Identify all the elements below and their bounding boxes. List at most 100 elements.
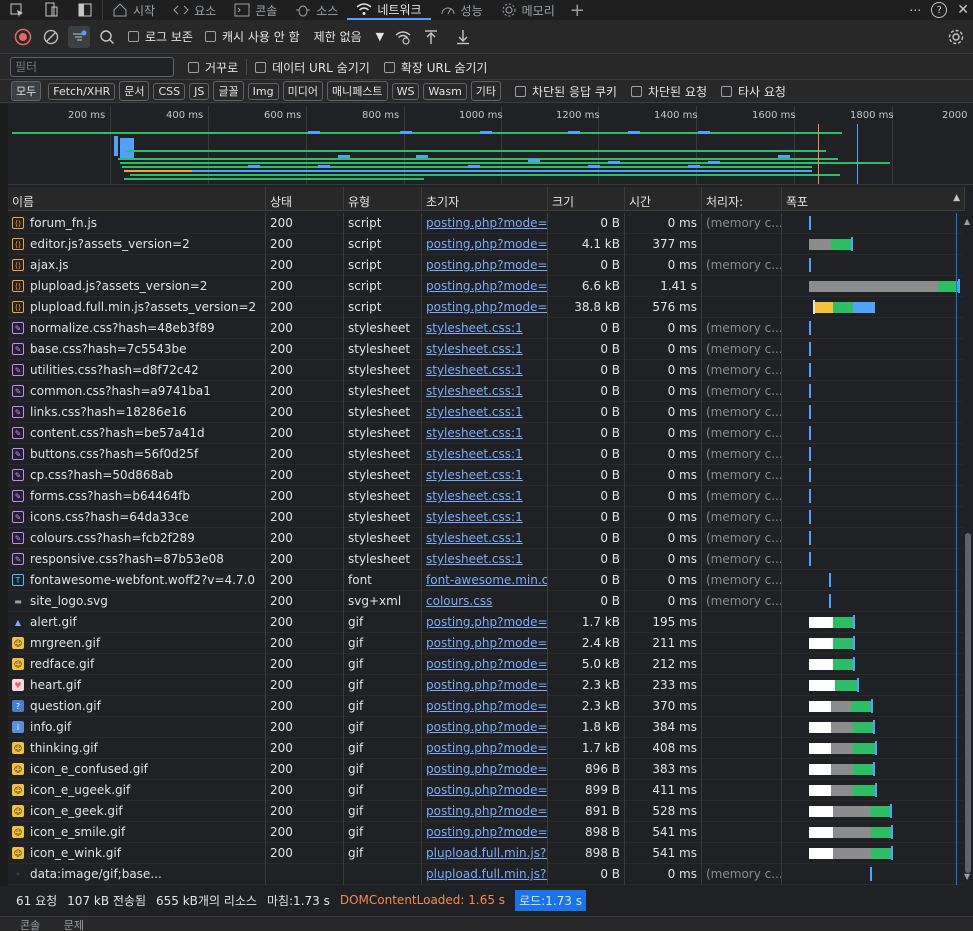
type-filter-chip[interactable]: Img [247, 82, 279, 100]
table-row[interactable]: ☺ icon_e_confused.gif 200 gif posting.php?mo… [8, 758, 965, 780]
table-row[interactable]: ✎ responsive.css?hash=87b53e08 200 styleshe… [8, 548, 965, 570]
export-har-icon[interactable] [452, 26, 474, 48]
table-row[interactable]: ✎ icons.css?hash=64da33ce 200 stylesheet sty… [8, 506, 965, 528]
table-row[interactable]: ✎ colours.css?hash=fcb2f289 200 stylesheet s… [8, 527, 965, 549]
throttle-select[interactable]: 제한 없음 ▼ [314, 28, 384, 45]
table-row[interactable]: ✎ cp.css?hash=50d868ab 200 stylesheet styles… [8, 464, 965, 486]
table-row[interactable]: ☺ thinking.gif 200 gif posting.php?mode=... 1… [8, 737, 965, 759]
table-row[interactable]: ☺ redface.gif 200 gif posting.php?mode=... 5.… [8, 653, 965, 675]
cell-initiator[interactable]: stylesheet.css:1 [422, 464, 548, 486]
table-row[interactable]: ✎ utilities.css?hash=d8f72c42 200 styleshee… [8, 359, 965, 381]
tab-performance[interactable]: 성능 [431, 0, 492, 20]
tab-wifi[interactable]: 네트워크 [347, 0, 431, 20]
type-check-2[interactable]: 타사 요청 [720, 83, 786, 100]
cell-initiator[interactable]: font-awesome.min.css [422, 569, 548, 591]
table-row[interactable]: ☺ icon_e_wink.gif 200 gif plupload.full.min.… [8, 842, 965, 864]
column-header[interactable]: 이름 [8, 187, 266, 210]
table-row[interactable]: ⟨⟩ forum_fn.js 200 script posting.php?mode=.… [8, 213, 965, 234]
cell-initiator[interactable]: posting.php?mode=... [422, 821, 548, 843]
invert-checkbox[interactable]: 거꾸로 [188, 59, 238, 76]
cell-initiator[interactable]: colours.css [422, 590, 548, 612]
type-filter-chip[interactable]: JS [189, 82, 210, 100]
cell-initiator[interactable]: stylesheet.css:1 [422, 317, 548, 339]
table-row[interactable]: ☺ mrgreen.gif 200 gif posting.php?mode=... 2.… [8, 632, 965, 654]
table-row[interactable]: ? question.gif 200 gif posting.php?mode=... 2… [8, 695, 965, 717]
cell-initiator[interactable]: posting.php?mode=... [422, 213, 548, 234]
table-row[interactable]: ✎ links.css?hash=18286e16 200 stylesheet sty… [8, 401, 965, 423]
cell-initiator[interactable]: stylesheet.css:1 [422, 527, 548, 549]
cell-initiator[interactable]: plupload.full.min.js?... [422, 842, 548, 864]
table-row[interactable]: ☺ icon_e_smile.gif 200 gif posting.php?mode=… [8, 821, 965, 843]
tab-code[interactable]: 요소 [164, 0, 225, 20]
table-row[interactable]: ▲ alert.gif 200 gif posting.php?mode=... 1.7 … [8, 611, 965, 633]
cell-initiator[interactable]: stylesheet.css:1 [422, 443, 548, 465]
cell-initiator[interactable]: posting.php?mode=... [422, 233, 548, 255]
cell-initiator[interactable]: posting.php?mode=... [422, 275, 548, 297]
table-row[interactable]: ☺ icon_e_geek.gif 200 gif posting.php?mode=.… [8, 800, 965, 822]
column-header[interactable]: 상태 [266, 187, 344, 210]
type-filter-chip[interactable]: 글꼴 [213, 81, 244, 101]
cell-initiator[interactable]: stylesheet.css:1 [422, 401, 548, 423]
cell-initiator[interactable]: posting.php?mode=... [422, 653, 548, 675]
type-filter-chip[interactable]: 모두 [11, 81, 42, 101]
table-row[interactable]: i info.gif 200 gif posting.php?mode=... 1.8 k… [8, 716, 965, 738]
search-icon[interactable] [96, 26, 118, 48]
settings-gear-icon[interactable] [945, 26, 967, 48]
hide-data-urls-checkbox[interactable]: 데이터 URL 숨기기 [255, 59, 370, 76]
tab-panel-toggle[interactable] [68, 0, 103, 20]
table-row[interactable]: ☺ icon_e_ugeek.gif 200 gif posting.php?mode=… [8, 779, 965, 801]
cell-initiator[interactable]: stylesheet.css:1 [422, 338, 548, 360]
cell-initiator[interactable]: posting.php?mode=... [422, 716, 548, 738]
cell-initiator[interactable]: stylesheet.css:1 [422, 359, 548, 381]
type-filter-chip[interactable]: Wasm [423, 82, 467, 100]
table-row[interactable]: ⟨⟩ editor.js?assets_version=2 200 script pos… [8, 233, 965, 255]
table-row[interactable]: ⟨⟩ ajax.js 200 script posting.php?mode=... 0 … [8, 254, 965, 276]
cell-initiator[interactable]: posting.php?mode=... [422, 695, 548, 717]
help-icon[interactable]: ? [931, 2, 948, 18]
table-row[interactable]: ✎ buttons.css?hash=56f0d25f 200 stylesheet s… [8, 443, 965, 465]
cell-initiator[interactable]: stylesheet.css:1 [422, 380, 548, 402]
table-row[interactable]: Tfontawesome-webfont.woff2?v=4.7.0 200 fon… [8, 569, 965, 591]
type-filter-chip[interactable]: Fetch/XHR [48, 82, 116, 100]
column-header[interactable]: 폭포 ▲ [782, 187, 965, 210]
scrollbar-thumb[interactable] [965, 533, 971, 873]
cell-initiator[interactable]: posting.php?mode=... [422, 296, 548, 318]
table-row[interactable]: ✎ content.css?hash=be57a41d 200 stylesheet s… [8, 422, 965, 444]
type-check-1[interactable]: 차단된 요청 [630, 83, 707, 100]
type-filter-chip[interactable]: 미디어 [282, 81, 323, 101]
cell-initiator[interactable]: posting.php?mode=... [422, 674, 548, 696]
cell-initiator[interactable]: stylesheet.css:1 [422, 506, 548, 528]
cell-initiator[interactable]: stylesheet.css:1 [422, 485, 548, 507]
scroll-down-icon[interactable]: ▼ [964, 872, 970, 881]
tab-console[interactable]: 콘솔 [20, 919, 40, 931]
tab-inspect[interactable] [0, 0, 34, 20]
filter-icon[interactable] [68, 25, 90, 48]
type-filter-chip[interactable]: 매니페스트 [326, 81, 388, 101]
table-row[interactable]: ✎ normalize.css?hash=48eb3f89 200 styleshee… [8, 317, 965, 339]
cell-initiator[interactable]: posting.php?mode=... [422, 779, 548, 801]
tab-gear-chip[interactable]: 메모리 [492, 0, 564, 20]
table-row[interactable]: ▬ site_logo.svg 200 svg+xml colours.css 0 B 0 … [8, 590, 965, 612]
table-row[interactable]: ⟨⟩ plupload.js?assets_version=2 200 script p… [8, 275, 965, 297]
cell-initiator[interactable]: posting.php?mode=... [422, 611, 548, 633]
cell-initiator[interactable]: posting.php?mode=... [422, 758, 548, 780]
type-filter-chip[interactable]: CSS [153, 82, 186, 100]
table-row[interactable]: ⟨⟩ plupload.full.min.js?assets_version=2 2… [8, 296, 965, 318]
column-header[interactable]: 크기 [548, 187, 625, 210]
cell-initiator[interactable]: posting.php?mode=... [422, 800, 548, 822]
table-row[interactable]: ♥ heart.gif 200 gif posting.php?mode=... 2.3 … [8, 674, 965, 696]
column-header[interactable]: 처리자: [702, 187, 782, 210]
hide-ext-urls-checkbox[interactable]: 확장 URL 숨기기 [383, 59, 487, 76]
column-header[interactable]: 시간 [625, 187, 702, 210]
type-filter-chip[interactable]: 문서 [119, 81, 150, 101]
cell-initiator[interactable]: plupload.full.min.js?... [422, 863, 548, 885]
cell-initiator[interactable]: posting.php?mode=... [422, 254, 548, 276]
table-row[interactable]: ✎ base.css?hash=7c5543be 200 stylesheet styl… [8, 338, 965, 360]
record-stop-icon[interactable] [12, 26, 34, 48]
scroll-up-icon[interactable]: ▲ [964, 217, 970, 226]
table-row[interactable]: ✎ forms.css?hash=b64464fb 200 stylesheet sty… [8, 485, 965, 507]
more-options-icon[interactable]: ⋯ [909, 3, 921, 17]
tab-issues[interactable]: 문제 [64, 919, 84, 931]
disable-cache-checkbox[interactable]: 캐시 사용 안 함 [204, 28, 300, 45]
cell-initiator[interactable]: posting.php?mode=... [422, 737, 548, 759]
